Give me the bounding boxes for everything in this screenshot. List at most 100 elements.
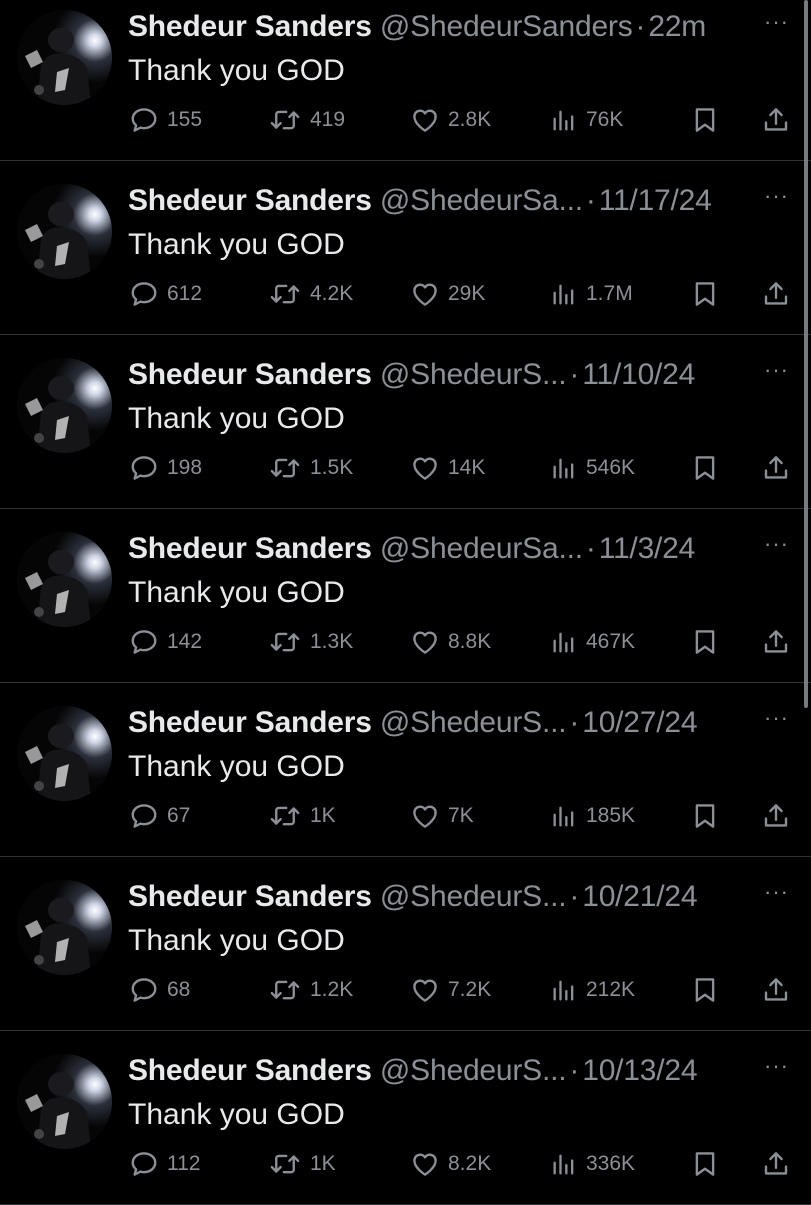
tweet[interactable]: Shedeur Sanders @ShedeurS... · 10/27/24 ··… <box>0 683 811 857</box>
share-button[interactable] <box>761 279 791 309</box>
repost-button[interactable]: 1.5K <box>268 453 353 483</box>
tweet[interactable]: Shedeur Sanders @ShedeurSanders · 22m ··· … <box>0 0 811 161</box>
reply-button[interactable]: 612 <box>129 279 202 309</box>
views-button[interactable]: 467K <box>550 627 635 657</box>
more-icon[interactable]: ··· <box>764 705 789 731</box>
like-button[interactable]: 8.2K <box>410 1149 491 1179</box>
reply-button[interactable]: 68 <box>129 975 190 1005</box>
repost-button[interactable]: 1.2K <box>268 975 353 1005</box>
author-name[interactable]: Shedeur Sanders <box>128 706 372 739</box>
avatar[interactable] <box>17 880 112 975</box>
like-button[interactable]: 2.8K <box>410 105 491 135</box>
author-handle[interactable]: @ShedeurSa... <box>380 184 583 217</box>
tweet[interactable]: Shedeur Sanders @ShedeurSa... · 11/3/24 ··… <box>0 509 811 683</box>
like-button[interactable]: 8.8K <box>410 627 491 657</box>
reply-button[interactable]: 198 <box>129 453 202 483</box>
repost-button[interactable]: 1K <box>268 1149 336 1179</box>
more-icon[interactable]: ··· <box>764 357 789 383</box>
tweet-feed: Shedeur Sanders @ShedeurSanders · 22m ··· … <box>0 0 811 1205</box>
tweet[interactable]: Shedeur Sanders @ShedeurSa... · 11/17/24 ·… <box>0 161 811 335</box>
author-handle[interactable]: @ShedeurS... <box>380 1054 567 1087</box>
bookmark-button[interactable] <box>690 279 720 309</box>
bookmark-icon <box>690 453 720 483</box>
author-name[interactable]: Shedeur Sanders <box>128 532 372 565</box>
bookmark-button[interactable] <box>690 627 720 657</box>
share-button[interactable] <box>761 453 791 483</box>
bookmark-button[interactable] <box>690 975 720 1005</box>
views-button[interactable]: 76K <box>550 105 623 135</box>
avatar[interactable] <box>17 10 112 105</box>
repost-button[interactable]: 1.3K <box>268 627 353 657</box>
views-button[interactable]: 185K <box>550 801 635 831</box>
like-button[interactable]: 7.2K <box>410 975 491 1005</box>
bookmark-button[interactable] <box>690 105 720 135</box>
more-icon[interactable]: ··· <box>764 9 789 35</box>
views-button[interactable]: 336K <box>550 1149 635 1179</box>
timestamp[interactable]: 11/3/24 <box>599 532 696 565</box>
repost-button[interactable]: 419 <box>268 105 345 135</box>
more-icon[interactable]: ··· <box>764 1053 789 1079</box>
tweet-text: Thank you GOD <box>128 402 345 435</box>
more-icon[interactable]: ··· <box>764 183 789 209</box>
views-icon <box>550 975 578 1005</box>
like-button[interactable]: 14K <box>410 453 485 483</box>
avatar[interactable] <box>17 184 112 279</box>
tweet[interactable]: Shedeur Sanders @ShedeurS... · 10/21/24 ··… <box>0 857 811 1031</box>
bookmark-button[interactable] <box>690 453 720 483</box>
repost-count: 1.3K <box>310 630 354 653</box>
timestamp[interactable]: 10/13/24 <box>582 1054 697 1087</box>
author-handle[interactable]: @ShedeurS... <box>380 706 567 739</box>
reply-button[interactable]: 142 <box>129 627 202 657</box>
reply-button[interactable]: 67 <box>129 801 190 831</box>
author-name[interactable]: Shedeur Sanders <box>128 10 372 43</box>
more-icon[interactable]: ··· <box>764 879 789 905</box>
views-icon <box>550 627 578 657</box>
author-handle[interactable]: @ShedeurS... <box>380 358 567 391</box>
repost-count: 4.2K <box>310 282 354 305</box>
author-name[interactable]: Shedeur Sanders <box>128 184 372 217</box>
timestamp[interactable]: 11/10/24 <box>582 358 695 391</box>
like-button[interactable]: 29K <box>410 279 485 309</box>
tweet[interactable]: Shedeur Sanders @ShedeurS... · 10/13/24 ··… <box>0 1031 811 1205</box>
reply-icon <box>129 975 159 1005</box>
timestamp[interactable]: 11/17/24 <box>599 184 712 217</box>
timestamp[interactable]: 10/21/24 <box>582 880 697 913</box>
like-count: 2.8K <box>448 108 492 131</box>
views-button[interactable]: 212K <box>550 975 635 1005</box>
bookmark-button[interactable] <box>690 801 720 831</box>
bookmark-button[interactable] <box>690 1149 720 1179</box>
separator-dot: · <box>585 532 596 565</box>
share-button[interactable] <box>761 627 791 657</box>
action-bar: 67 1K 7K 185K <box>0 801 811 831</box>
avatar[interactable] <box>17 532 112 627</box>
more-icon[interactable]: ··· <box>764 531 789 557</box>
reply-button[interactable]: 112 <box>129 1149 200 1179</box>
avatar[interactable] <box>17 1054 112 1149</box>
reply-button[interactable]: 155 <box>129 105 202 135</box>
share-button[interactable] <box>761 105 791 135</box>
timestamp[interactable]: 10/27/24 <box>582 706 697 739</box>
share-button[interactable] <box>761 801 791 831</box>
tweet[interactable]: Shedeur Sanders @ShedeurS... · 11/10/24 ··… <box>0 335 811 509</box>
action-bar: 112 1K 8.2K 336K <box>0 1149 811 1179</box>
views-button[interactable]: 1.7M <box>550 279 633 309</box>
share-button[interactable] <box>761 975 791 1005</box>
author-handle[interactable]: @ShedeurSa... <box>380 532 583 565</box>
share-button[interactable] <box>761 1149 791 1179</box>
author-handle[interactable]: @ShedeurSanders <box>380 10 633 43</box>
avatar[interactable] <box>17 358 112 453</box>
share-icon <box>761 1149 791 1179</box>
timestamp[interactable]: 22m <box>648 10 706 43</box>
author-name[interactable]: Shedeur Sanders <box>128 358 372 391</box>
repost-button[interactable]: 1K <box>268 801 336 831</box>
like-button[interactable]: 7K <box>410 801 474 831</box>
author-name[interactable]: Shedeur Sanders <box>128 880 372 913</box>
avatar[interactable] <box>17 706 112 801</box>
reply-count: 198 <box>167 456 203 479</box>
scrollbar[interactable] <box>804 0 808 708</box>
repost-button[interactable]: 4.2K <box>268 279 353 309</box>
author-name[interactable]: Shedeur Sanders <box>128 1054 372 1087</box>
views-button[interactable]: 546K <box>550 453 635 483</box>
author-handle[interactable]: @ShedeurS... <box>380 880 567 913</box>
share-icon <box>761 975 791 1005</box>
